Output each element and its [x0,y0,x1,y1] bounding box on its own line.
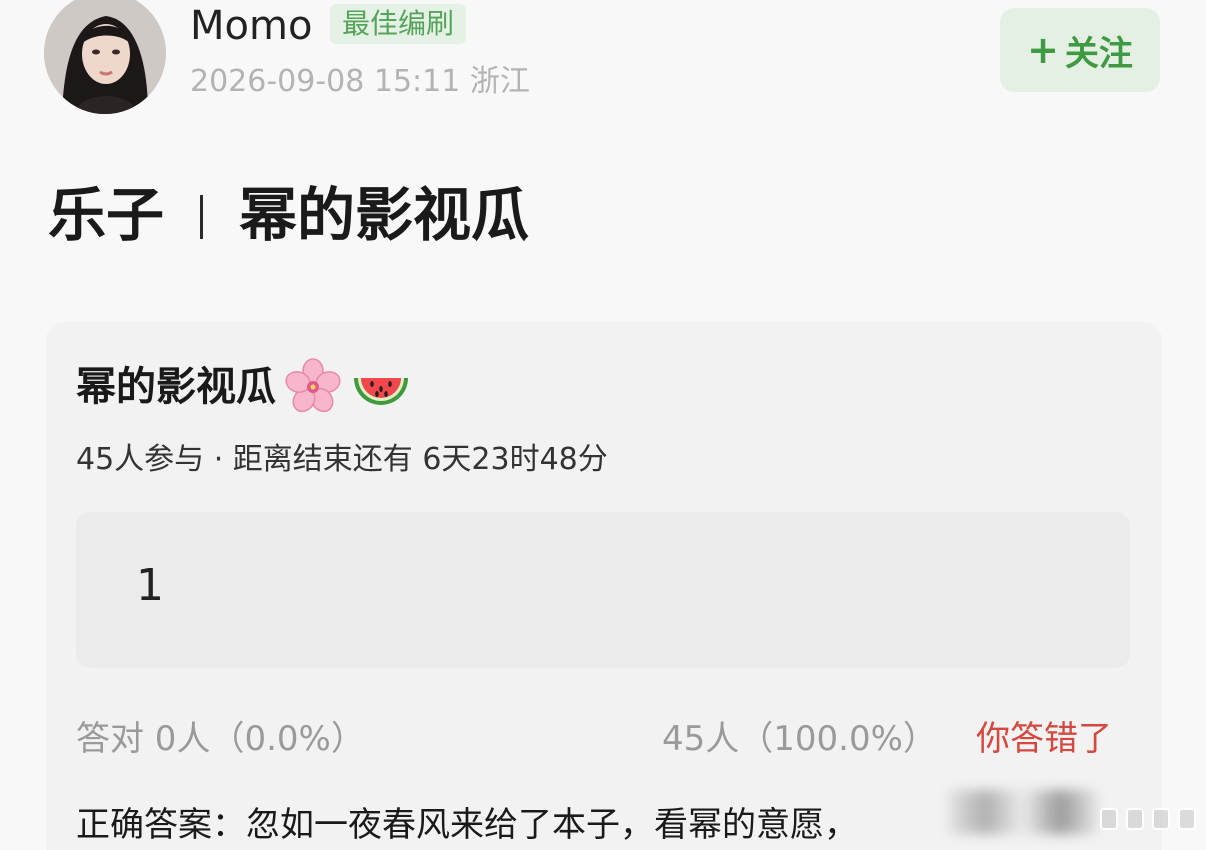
wrong-count: 45人（100.0%） [662,719,937,759]
result-status: 你答错了 [976,719,1112,759]
post-title-left: 乐子 [48,181,165,249]
follow-button[interactable]: + 关注 [1000,8,1160,92]
poll-option[interactable]: 1 [76,512,1130,668]
blurred-overlay [948,790,1098,834]
post-timestamp-location: 2026-09-08 15:11 浙江 [190,64,530,99]
poll-title: 幂的影视瓜 [76,356,412,418]
poll-title-text: 幂的影视瓜 [76,364,276,410]
correct-count: 答对 0人（0.0%） [76,719,365,759]
user-badge: 最佳编刷 [330,4,467,44]
correct-answer: 正确答案：忽如一夜春风来给了本子，看幂的意愿， [76,805,858,845]
poll-option-text: 1 [136,560,164,611]
watermelon-icon [350,356,412,418]
title-divider [200,195,204,239]
post-title: 乐子 幂的影视瓜 [48,180,529,250]
watermark-icon [1100,808,1196,830]
avatar[interactable] [44,0,166,114]
poll-card: 幂的影视瓜 45人参与 · 距离结束还有 6天23时48分 1 答对 0人（0.… [46,322,1162,850]
follow-label: 关注 [1064,33,1133,74]
username[interactable]: Momo [190,4,312,48]
post-title-right: 幂的影视瓜 [239,181,530,249]
cherry-blossom-icon [282,356,344,418]
poll-participation-meta: 45人参与 · 距离结束还有 6天23时48分 [76,442,608,477]
plus-icon: + [1027,28,1059,72]
